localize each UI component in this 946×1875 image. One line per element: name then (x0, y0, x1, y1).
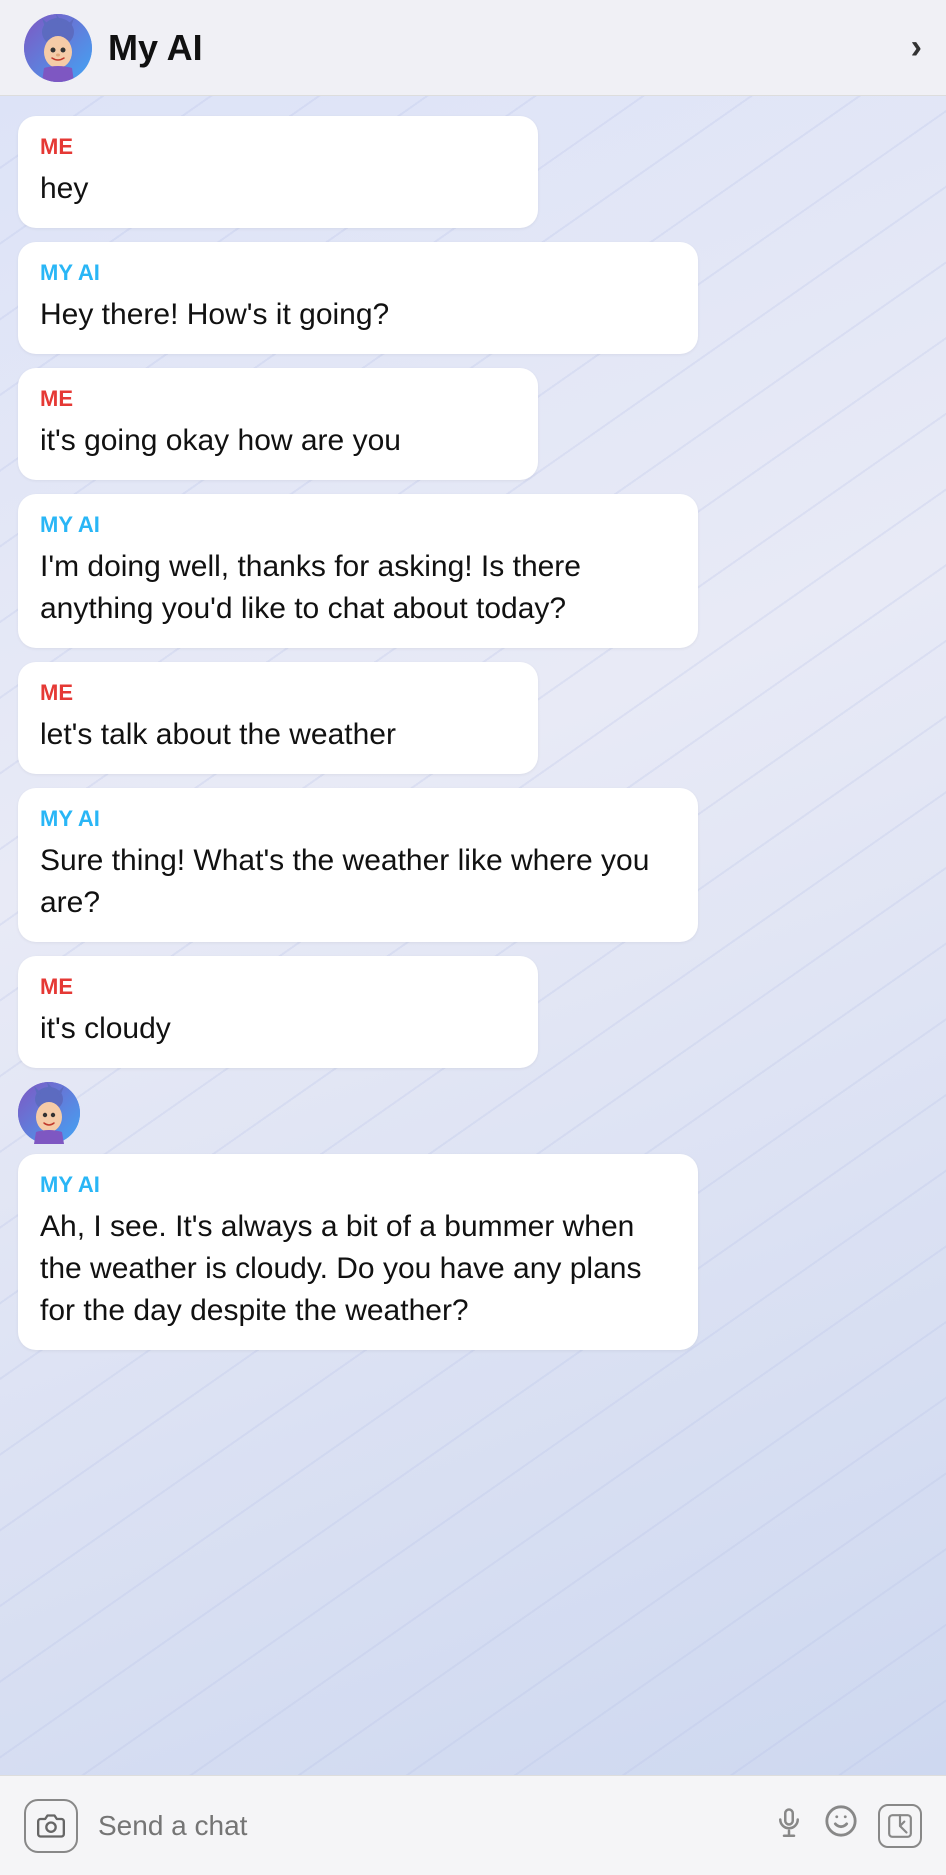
header-left: My AI (24, 14, 203, 82)
sender-label: ME (40, 680, 516, 706)
message-bubble: MY AI Hey there! How's it going? (18, 242, 698, 354)
bottom-bar (0, 1775, 946, 1875)
chat-area: ME hey MY AI Hey there! How's it going? ME it… (0, 96, 946, 1775)
message-text: Sure thing! What's the weather like wher… (40, 840, 676, 924)
message-bubble: ME it's cloudy (18, 956, 538, 1068)
message-text: hey (40, 168, 516, 210)
message-bubble: ME hey (18, 116, 538, 228)
header: My AI › (0, 0, 946, 96)
sender-label: MY AI (40, 1172, 676, 1198)
mic-icon[interactable] (774, 1807, 804, 1845)
message-text: Ah, I see. It's always a bit of a bummer… (40, 1206, 676, 1332)
sender-label: ME (40, 974, 516, 1000)
message-bubble: MY AI Ah, I see. It's always a bit of a b… (18, 1154, 698, 1350)
message-text: it's cloudy (40, 1008, 516, 1050)
message-bubble: ME let's talk about the weather (18, 662, 538, 774)
chat-input[interactable] (98, 1810, 754, 1842)
sender-label: MY AI (40, 806, 676, 832)
sender-label: ME (40, 386, 516, 412)
emoji-icon[interactable] (824, 1804, 858, 1847)
sender-label: MY AI (40, 260, 676, 286)
message-bubble: MY AI Sure thing! What's the weather like… (18, 788, 698, 942)
header-title: My AI (108, 27, 203, 69)
avatar[interactable] (24, 14, 92, 82)
message-text: Hey there! How's it going? (40, 294, 676, 336)
message-bubble: MY AI I'm doing well, thanks for asking! … (18, 494, 698, 648)
chevron-right-icon[interactable]: › (911, 28, 922, 67)
message-text: it's going okay how are you (40, 420, 516, 462)
message-text: I'm doing well, thanks for asking! Is th… (40, 546, 676, 630)
sender-label: MY AI (40, 512, 676, 538)
message-bubble: ME it's going okay how are you (18, 368, 538, 480)
message-text: let's talk about the weather (40, 714, 516, 756)
sticker-icon[interactable] (878, 1804, 922, 1848)
camera-icon[interactable] (24, 1799, 78, 1853)
ai-avatar-small (18, 1082, 80, 1144)
sender-label: ME (40, 134, 516, 160)
